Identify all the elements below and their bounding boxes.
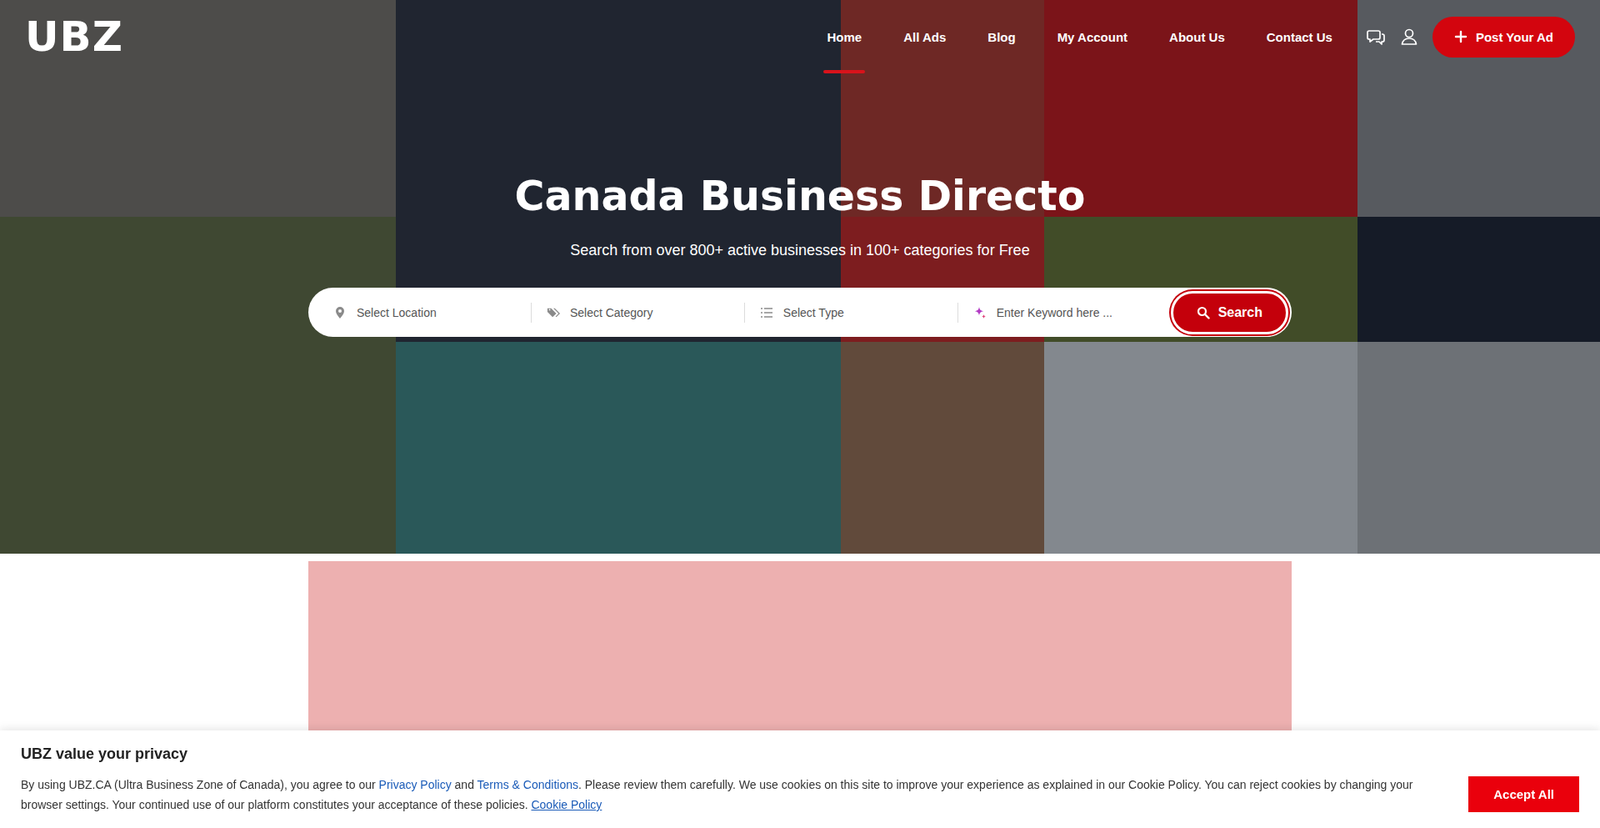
chat-icon[interactable] <box>1365 26 1386 47</box>
nav-icons <box>1365 26 1420 47</box>
nav-menu: Home All Ads Blog My Account About Us Contact… <box>826 0 1332 74</box>
nav-item[interactable]: All Ads <box>903 0 946 74</box>
plus-icon <box>1454 30 1468 44</box>
top-nav: UBZ Home All Ads Blog My Account About Us Cont… <box>0 0 1600 74</box>
map-pin-icon <box>333 305 347 320</box>
nav-item[interactable]: About Us <box>1169 0 1225 74</box>
policy-link[interactable]: Privacy Policy <box>379 777 452 791</box>
cookie-sentence: and <box>451 777 478 791</box>
tags-icon <box>546 305 560 320</box>
search-placeholder: Enter Keyword here ... <box>996 305 1113 320</box>
post-ad-button[interactable]: Post Your Ad <box>1432 16 1575 58</box>
search-icon <box>1196 305 1210 320</box>
search-field[interactable]: Enter Keyword here ... <box>958 302 1171 323</box>
search-field[interactable]: Select Category <box>531 302 745 323</box>
search-field[interactable]: Select Type <box>745 302 959 323</box>
cookie-sentence: By using UBZ.CA (Ultra Business Zone of … <box>20 777 380 791</box>
list-icon <box>760 305 774 320</box>
search-placeholder: Select Type <box>783 305 845 320</box>
hero: UBZ Home All Ads Blog My Account About Us Cont… <box>0 0 1600 554</box>
hero-overlay <box>0 0 1600 554</box>
policy-link[interactable]: Cookie Policy <box>530 797 602 811</box>
search-button[interactable]: Search <box>1170 290 1289 335</box>
nav-item[interactable]: My Account <box>1057 0 1128 74</box>
page: UBZ Home All Ads Blog My Account About Us Cont… <box>0 0 1600 828</box>
nav-item[interactable]: Contact Us <box>1266 0 1333 74</box>
cookie-banner: UBZ value your privacy By using UBZ.CA (U… <box>0 730 1600 828</box>
cookie-title: UBZ value your privacy <box>20 745 1439 763</box>
cookie-text: UBZ value your privacy By using UBZ.CA (U… <box>20 745 1439 815</box>
search-placeholder: Select Location <box>356 305 437 320</box>
nav-item[interactable]: Blog <box>987 0 1015 74</box>
cookie-body: By using UBZ.CA (Ultra Business Zone of … <box>20 774 1439 815</box>
sparkle-icon <box>973 305 987 320</box>
accept-all-button[interactable]: Accept All <box>1468 775 1580 812</box>
search-placeholder: Select Category <box>570 305 654 320</box>
nav-item[interactable]: Home <box>826 0 862 74</box>
search-bar: Select Location Select Category Select Typ… <box>308 287 1292 337</box>
user-icon[interactable] <box>1399 26 1420 47</box>
hero-title: Canada Business Directo <box>515 171 1086 221</box>
hero-content: Canada Business Directo Search from over … <box>0 73 1600 337</box>
search-field[interactable]: Select Location <box>326 302 532 323</box>
policy-link[interactable]: Terms & Conditions <box>477 777 579 791</box>
hero-subtitle: Search from over 800+ active businesses … <box>570 240 1030 260</box>
logo[interactable]: UBZ <box>25 15 124 58</box>
